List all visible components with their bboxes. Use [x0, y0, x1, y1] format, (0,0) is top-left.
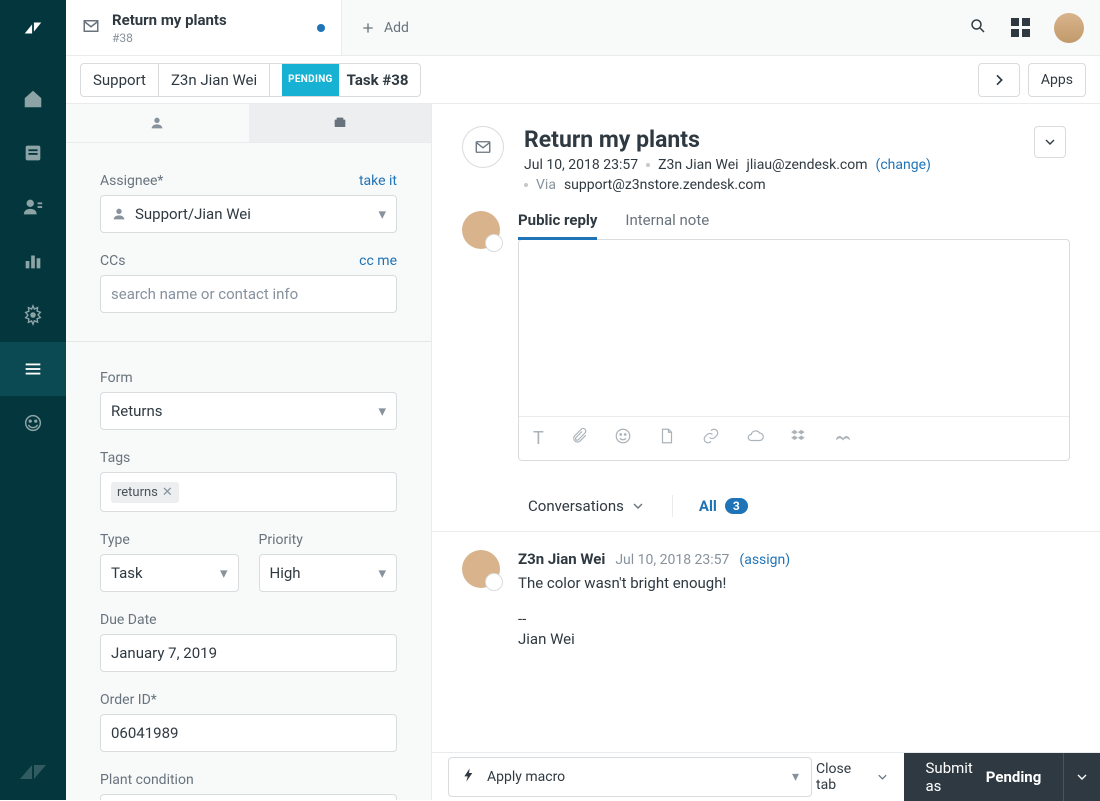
tag-chip[interactable]: returns ✕	[111, 482, 179, 503]
filter-all-button[interactable]: All 3	[699, 497, 748, 515]
ticket-footer: Apply macro ▾ Close tab Submit as Pendin…	[432, 752, 1100, 800]
agent-avatar	[462, 211, 500, 249]
nav-zendesk-footer-icon[interactable]	[20, 762, 46, 786]
breadcrumb-task[interactable]: PENDING Task #38	[270, 63, 420, 97]
ccs-input[interactable]	[100, 275, 397, 313]
mail-icon	[82, 17, 100, 39]
message-body-line: The color wasn't bright enough!	[518, 574, 790, 592]
type-select[interactable]: Task ▾	[100, 554, 239, 592]
submit-button[interactable]: Submit as Pending	[904, 753, 1064, 801]
left-tab-ticket-icon[interactable]	[249, 104, 432, 142]
ticket-fields-panel: Assignee* take it Support/Jian Wei ▾ CCs	[66, 104, 432, 800]
priority-select[interactable]: High ▾	[259, 554, 398, 592]
conv-requester-name: Z3n Jian Wei	[658, 157, 738, 173]
tab-ticket-id: #38	[112, 31, 305, 45]
dropbox-icon[interactable]	[790, 427, 808, 450]
chevron-down-icon: ▾	[378, 564, 386, 582]
breadcrumb: Support Z3n Jian Wei PENDING Task #38	[80, 63, 421, 97]
add-tab-label: Add	[384, 20, 409, 36]
message-body-line: Jian Wei	[518, 630, 790, 648]
ticket-tab[interactable]: Return my plants #38	[66, 0, 342, 55]
order-id-label: Order ID*	[100, 692, 157, 708]
ccs-label: CCs	[100, 253, 125, 269]
knowledge-icon[interactable]	[834, 427, 852, 450]
chevron-down-icon: ▾	[378, 402, 386, 420]
assign-link[interactable]: (assign)	[739, 552, 790, 568]
zendesk-logo[interactable]	[17, 12, 49, 44]
conv-timestamp: Jul 10, 2018 23:57	[524, 157, 638, 173]
breadcrumb-requester[interactable]: Z3n Jian Wei	[159, 64, 270, 96]
products-grid-icon[interactable]	[1011, 18, 1030, 37]
form-label: Form	[100, 370, 133, 386]
plant-condition-input[interactable]: dried leave	[100, 794, 397, 800]
priority-label: Priority	[259, 532, 303, 548]
take-it-link[interactable]: take it	[359, 173, 397, 189]
emoji-icon[interactable]	[614, 427, 632, 450]
assignee-label: Assignee*	[100, 173, 163, 189]
status-badge: PENDING	[282, 63, 339, 97]
task-label: Task #38	[347, 64, 409, 96]
via-email: support@z3nstore.zendesk.com	[564, 177, 766, 193]
nav-list-icon[interactable]	[0, 342, 66, 396]
file-icon[interactable]	[658, 427, 676, 450]
chevron-down-icon: ▾	[220, 564, 228, 582]
message-author-name: Z3n Jian Wei	[518, 550, 605, 568]
attach-icon[interactable]	[570, 427, 588, 450]
conversation-message: Z3n Jian Wei Jul 10, 2018 23:57 (assign)…	[432, 532, 1100, 668]
add-tab-button[interactable]: Add	[342, 0, 427, 55]
conversation-options-button[interactable]	[1034, 126, 1066, 158]
message-body-line: --	[518, 610, 790, 628]
chevron-down-icon: ▾	[792, 769, 799, 785]
assignee-select[interactable]: Support/Jian Wei ▾	[100, 195, 397, 233]
order-id-input[interactable]: 06041989	[100, 714, 397, 752]
text-format-icon[interactable]: T	[533, 428, 544, 449]
apply-macro-button[interactable]: Apply macro ▾	[448, 757, 812, 797]
user-avatar[interactable]	[1054, 13, 1084, 43]
event-count-badge: 3	[725, 498, 748, 514]
left-tab-person-icon[interactable]	[66, 104, 249, 142]
reply-textarea[interactable]	[519, 240, 1069, 416]
tags-input[interactable]: returns ✕	[100, 472, 397, 512]
tags-label: Tags	[100, 450, 130, 466]
channel-mail-icon	[462, 126, 504, 168]
breadcrumb-team[interactable]: Support	[81, 64, 159, 96]
message-author-avatar	[462, 550, 500, 588]
type-label: Type	[100, 532, 130, 548]
lightning-icon	[461, 767, 477, 787]
submit-status-dropdown[interactable]	[1063, 753, 1100, 801]
workspace-tabs-bar: Return my plants #38 Add	[66, 0, 1100, 56]
conversation-title: Return my plants	[524, 126, 1014, 153]
link-icon[interactable]	[702, 427, 720, 450]
form-select[interactable]: Returns ▾	[100, 392, 397, 430]
remove-tag-icon[interactable]: ✕	[162, 485, 173, 500]
conv-requester-email: jliau@zendesk.com	[747, 157, 868, 173]
message-time: Jul 10, 2018 23:57	[615, 552, 729, 568]
due-date-input[interactable]: January 7, 2019	[100, 634, 397, 672]
due-date-label: Due Date	[100, 612, 157, 628]
search-icon[interactable]	[969, 17, 987, 39]
next-ticket-button[interactable]	[978, 63, 1020, 97]
plant-condition-label: Plant condition	[100, 772, 194, 788]
conversations-dropdown[interactable]: Conversations	[528, 495, 673, 517]
via-prefix: Via	[536, 177, 556, 193]
global-nav-sidebar	[0, 0, 66, 800]
nav-agent-icon[interactable]	[0, 396, 66, 450]
tab-internal-note[interactable]: Internal note	[625, 211, 709, 240]
nav-views-icon[interactable]	[0, 126, 66, 180]
ticket-toolbar: Support Z3n Jian Wei PENDING Task #38 Ap…	[66, 56, 1100, 104]
nav-admin-icon[interactable]	[0, 288, 66, 342]
nav-customers-icon[interactable]	[0, 180, 66, 234]
nav-home-icon[interactable]	[0, 72, 66, 126]
conversation-panel: Return my plants Jul 10, 2018 23:57 Z3n …	[432, 104, 1100, 800]
cc-me-link[interactable]: cc me	[359, 253, 397, 269]
cloud-icon[interactable]	[746, 427, 764, 450]
close-tab-button[interactable]: Close tab	[816, 761, 889, 793]
tab-title: Return my plants	[112, 11, 305, 29]
apps-button[interactable]: Apps	[1028, 63, 1086, 97]
chevron-down-icon: ▾	[378, 205, 386, 223]
change-requester-link[interactable]: (change)	[876, 157, 931, 173]
unread-indicator	[317, 24, 325, 32]
tab-public-reply[interactable]: Public reply	[518, 211, 597, 240]
nav-reporting-icon[interactable]	[0, 234, 66, 288]
